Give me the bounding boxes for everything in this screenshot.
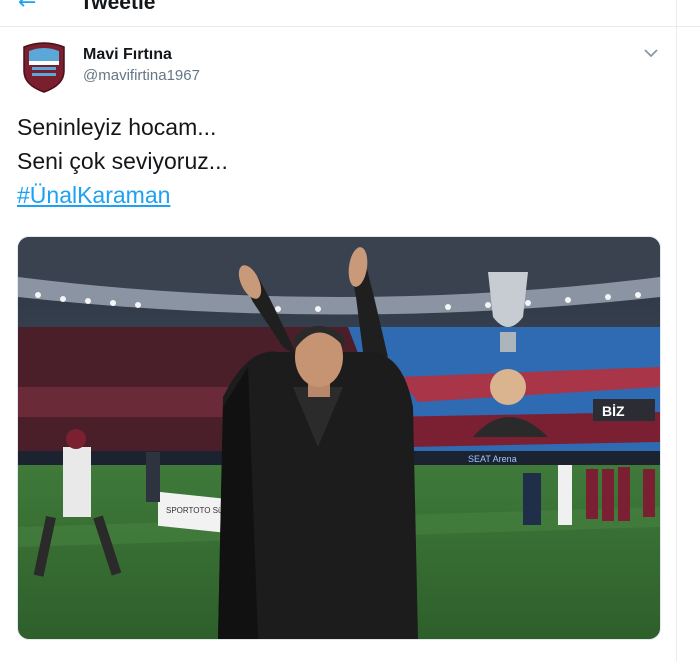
tweet-text-line: Seninleyiz hocam... [17,114,217,140]
column-divider [676,0,677,661]
author-name[interactable]: Mavi Fırtına [83,46,172,64]
banner-text-biz: BİZ [602,403,625,419]
tweet-menu-button[interactable] [640,42,662,64]
top-bar: ← Tweetle [0,0,700,27]
tweet-text: Seninleyiz hocam... Seni çok seviyoruz..… [17,110,228,212]
page-title: Tweetle [80,0,156,14]
author-handle[interactable]: @mavifirtina1967 [83,67,200,84]
chevron-down-icon [644,49,658,58]
hashtag-link[interactable]: #ÜnalKaraman [17,182,170,208]
club-crest-icon [23,42,65,93]
tweet-text-line: Seni çok seviyoruz... [17,148,228,174]
ad-board-arena: SEAT Arena [468,454,517,464]
back-arrow-icon[interactable]: ← [18,0,36,15]
stadium-photo: BİZ SEAT Arena SPORTOTO SüperLig [18,237,660,639]
tweet-media-image[interactable]: BİZ SEAT Arena SPORTOTO SüperLig [17,236,661,640]
avatar[interactable] [20,41,68,93]
